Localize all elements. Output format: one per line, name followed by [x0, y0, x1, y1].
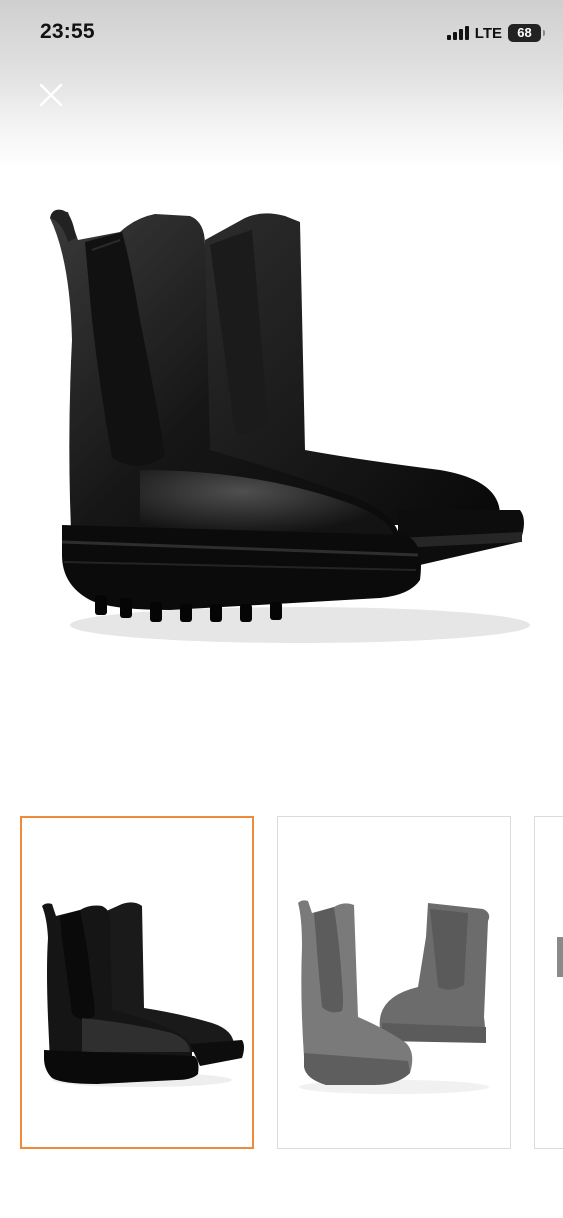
status-indicators: LTE 68 — [446, 24, 545, 42]
status-time: 23:55 — [40, 20, 95, 43]
close-button[interactable] — [33, 78, 69, 114]
boots-image — [50, 209, 530, 643]
thumbnail-partial[interactable] — [534, 816, 563, 1149]
network-type: LTE — [474, 24, 502, 42]
close-icon — [39, 83, 63, 107]
battery-icon: 68 — [508, 24, 545, 42]
status-bar: 23:55 LTE 68 — [0, 0, 563, 68]
grey-boots-thumbnail-image — [298, 900, 490, 1094]
black-boots-thumbnail-image — [42, 902, 244, 1087]
image-viewer-screen: 23:55 LTE 68 — [0, 0, 563, 1218]
thumbnail-grey-boots[interactable] — [277, 816, 511, 1149]
main-product-image[interactable] — [0, 170, 563, 790]
partial-thumbnail-image — [557, 937, 563, 977]
thumbnail-strip — [0, 816, 563, 1152]
thumbnail-black-boots[interactable] — [20, 816, 254, 1149]
signal-icon — [446, 26, 469, 40]
